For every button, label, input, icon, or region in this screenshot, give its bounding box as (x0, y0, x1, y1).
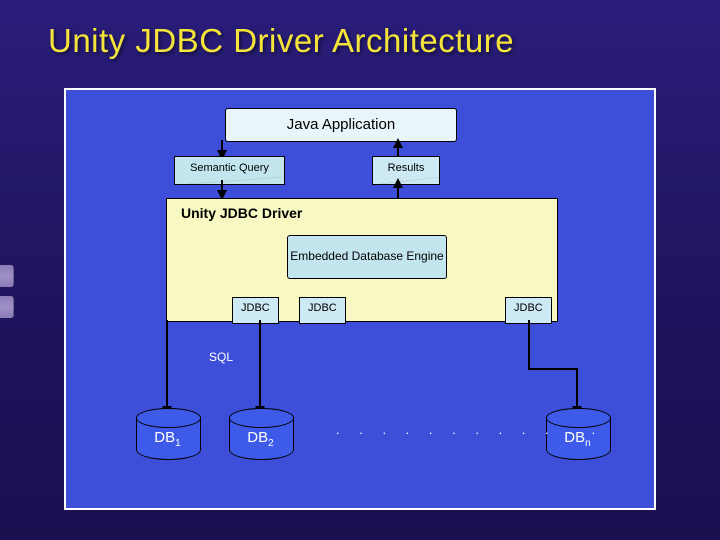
page-title: Unity JDBC Driver Architecture (48, 22, 514, 60)
ellipsis-dots: . . . . . . . . . . . . (336, 422, 603, 437)
decor-bar (0, 265, 14, 287)
arrow-up-icon (393, 138, 403, 148)
sql-label: SQL (209, 350, 233, 364)
connector-line (166, 320, 168, 410)
arrow-up-icon (393, 178, 403, 188)
diagram-frame: Java Application Semantic Query Results … (64, 88, 656, 510)
driver-title: Unity JDBC Driver (181, 205, 302, 221)
jdbc-label: JDBC (232, 297, 279, 324)
results-label: Results (372, 156, 440, 185)
connector-line (259, 320, 261, 410)
db-label: DB1 (136, 429, 199, 449)
connector-line (528, 368, 576, 370)
db-label: DB2 (229, 429, 292, 449)
database-cylinder: DB2 (229, 408, 292, 458)
connector-line (576, 368, 578, 410)
semantic-query-label: Semantic Query (174, 156, 285, 185)
java-application-box: Java Application (225, 108, 457, 142)
jdbc-label: JDBC (299, 297, 346, 324)
unity-jdbc-driver-box: Unity JDBC Driver Embedded Database Engi… (166, 198, 558, 322)
connector-line (528, 320, 530, 368)
decor-bar (0, 296, 14, 318)
embedded-database-engine-box: Embedded Database Engine (287, 235, 447, 279)
database-cylinder: DB1 (136, 408, 199, 458)
